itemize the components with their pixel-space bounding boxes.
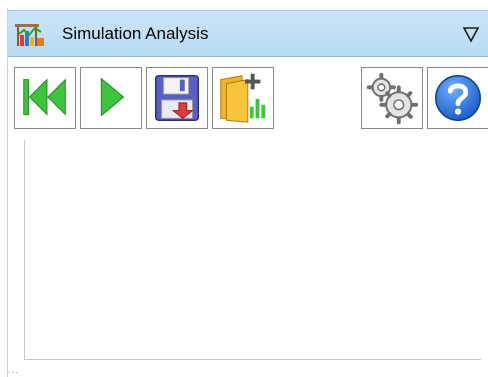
plot-x-axis-line [24, 359, 481, 360]
save-button[interactable] [146, 67, 208, 129]
dropdown-triangle-icon[interactable] [459, 22, 483, 46]
window-title: Simulation Analysis [62, 24, 209, 43]
save-floppy-icon [154, 75, 200, 121]
open-folder-icon [220, 73, 266, 123]
simulation-analysis-pane: Simulation Analysis ··· [0, 0, 488, 377]
play-button[interactable] [80, 67, 142, 129]
resize-grip-icon[interactable]: ··· [8, 369, 19, 377]
help-question-icon [435, 75, 481, 121]
rewind-to-start-icon [23, 78, 66, 116]
rewind-button[interactable] [14, 67, 76, 129]
open-folder-button[interactable] [212, 67, 274, 129]
help-button[interactable] [427, 67, 488, 129]
toolbar [8, 57, 488, 137]
gears-icon [366, 72, 419, 125]
settings-button[interactable] [361, 67, 423, 129]
plot-y-axis-line [24, 140, 25, 360]
plot-area [24, 140, 481, 362]
play-icon [100, 77, 125, 117]
simulation-analysis-app-icon [15, 24, 44, 46]
title-bar[interactable]: Simulation Analysis [8, 10, 488, 57]
